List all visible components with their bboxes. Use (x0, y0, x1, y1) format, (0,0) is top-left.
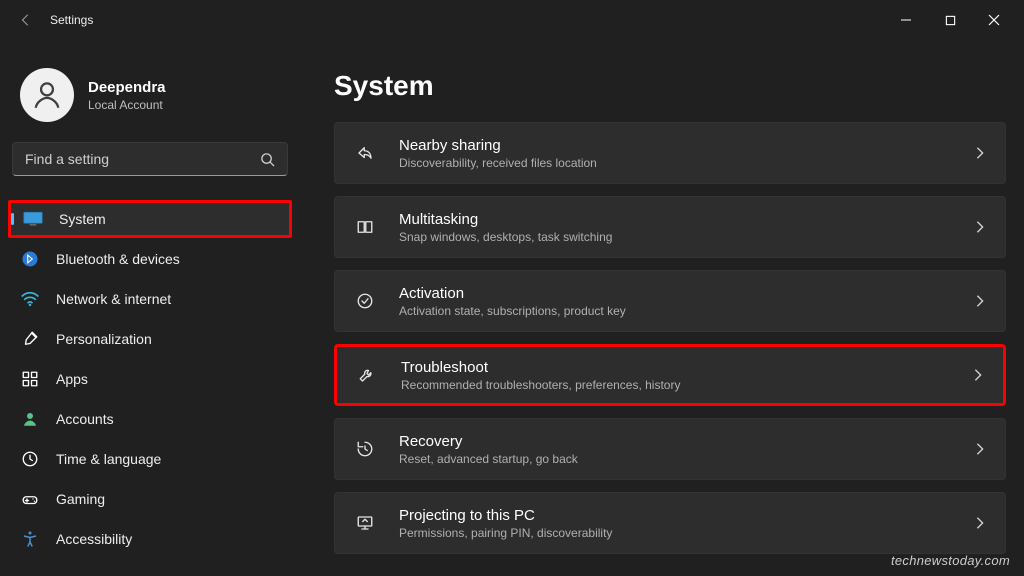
chevron-right-icon (973, 146, 987, 160)
project-icon (353, 511, 377, 535)
minimize-button[interactable] (884, 4, 928, 36)
card-subtitle: Snap windows, desktops, task switching (399, 230, 973, 244)
sidebar-item-bluetooth-devices[interactable]: Bluetooth & devices (8, 240, 292, 278)
nav-label: Accounts (56, 411, 114, 427)
nav-label: Personalization (56, 331, 152, 347)
user-name: Deependra (88, 79, 166, 96)
watermark: technewstoday.com (891, 553, 1010, 568)
nav-label: Accessibility (56, 531, 132, 547)
card-multitasking[interactable]: Multitasking Snap windows, desktops, tas… (334, 196, 1006, 258)
multitask-icon (353, 215, 377, 239)
card-list: Nearby sharing Discoverability, received… (334, 122, 1010, 554)
apps-icon (20, 369, 40, 389)
card-troubleshoot[interactable]: Troubleshoot Recommended troubleshooters… (334, 344, 1006, 406)
card-title: Activation (399, 285, 973, 302)
recovery-icon (353, 437, 377, 461)
activation-icon (353, 289, 377, 313)
card-subtitle: Reset, advanced startup, go back (399, 452, 973, 466)
card-title: Multitasking (399, 211, 973, 228)
search-input[interactable] (25, 151, 260, 167)
chevron-right-icon (973, 516, 987, 530)
card-projecting-to-this-pc[interactable]: Projecting to this PC Permissions, pairi… (334, 492, 1006, 554)
close-button[interactable] (972, 4, 1016, 36)
nav-label: Network & internet (56, 291, 171, 307)
share-icon (353, 141, 377, 165)
search-icon (260, 152, 275, 167)
avatar (20, 68, 74, 122)
user-block[interactable]: Deependra Local Account (8, 50, 292, 142)
nav-list: System Bluetooth & devices Network & inter… (8, 200, 292, 558)
maximize-button[interactable] (928, 4, 972, 36)
chevron-right-icon (973, 442, 987, 456)
nav-label: Apps (56, 371, 88, 387)
card-subtitle: Permissions, pairing PIN, discoverabilit… (399, 526, 973, 540)
sidebar-item-personalization[interactable]: Personalization (8, 320, 292, 358)
card-recovery[interactable]: Recovery Reset, advanced startup, go bac… (334, 418, 1006, 480)
sidebar-item-network-internet[interactable]: Network & internet (8, 280, 292, 318)
brush-icon (20, 329, 40, 349)
content-pane: System Nearby sharing Discoverability, r… (300, 40, 1024, 576)
clock-icon (20, 449, 40, 469)
sidebar-item-gaming[interactable]: Gaming (8, 480, 292, 518)
wrench-icon (355, 363, 379, 387)
bluetooth-icon (20, 249, 40, 269)
gamepad-icon (20, 489, 40, 509)
sidebar-item-system[interactable]: System (8, 200, 292, 238)
nav-label: Bluetooth & devices (56, 251, 180, 267)
sidebar-item-apps[interactable]: Apps (8, 360, 292, 398)
sidebar-item-accounts[interactable]: Accounts (8, 400, 292, 438)
chevron-right-icon (973, 294, 987, 308)
card-activation[interactable]: Activation Activation state, subscriptio… (334, 270, 1006, 332)
search-box[interactable] (12, 142, 288, 176)
sidebar: Deependra Local Account System Bluetooth … (0, 40, 300, 576)
wifi-icon (20, 289, 40, 309)
card-nearby-sharing[interactable]: Nearby sharing Discoverability, received… (334, 122, 1006, 184)
card-subtitle: Discoverability, received files location (399, 156, 973, 170)
page-title: System (334, 70, 1010, 102)
chevron-right-icon (971, 368, 985, 382)
back-button[interactable] (8, 2, 44, 38)
title-bar: Settings (0, 0, 1024, 40)
card-title: Nearby sharing (399, 137, 973, 154)
chevron-right-icon (973, 220, 987, 234)
card-title: Recovery (399, 433, 973, 450)
user-subtitle: Local Account (88, 98, 166, 112)
person-icon (20, 409, 40, 429)
card-subtitle: Recommended troubleshooters, preferences… (401, 378, 971, 392)
sidebar-item-accessibility[interactable]: Accessibility (8, 520, 292, 558)
accessibility-icon (20, 529, 40, 549)
card-title: Projecting to this PC (399, 507, 973, 524)
monitor-icon (23, 209, 43, 229)
nav-label: Gaming (56, 491, 105, 507)
card-title: Troubleshoot (401, 359, 971, 376)
nav-label: Time & language (56, 451, 161, 467)
window-controls (884, 4, 1016, 36)
nav-label: System (59, 211, 106, 227)
card-subtitle: Activation state, subscriptions, product… (399, 304, 973, 318)
app-title: Settings (50, 13, 93, 27)
sidebar-item-time-language[interactable]: Time & language (8, 440, 292, 478)
